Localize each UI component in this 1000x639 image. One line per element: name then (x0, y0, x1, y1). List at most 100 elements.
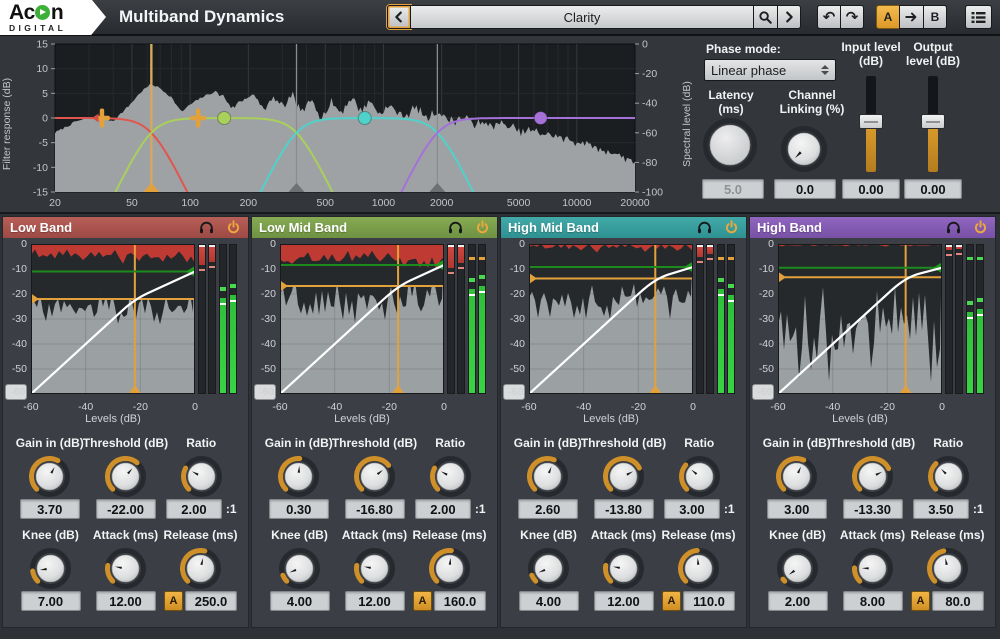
attack-value[interactable]: 8.00 (843, 591, 903, 611)
knee-value[interactable]: 7.00 (21, 591, 81, 611)
ratio-knob[interactable] (429, 453, 472, 499)
x-tick: -60 (23, 401, 38, 413)
channel-linking-knob[interactable] (780, 126, 828, 172)
release-knob[interactable] (677, 545, 720, 591)
ratio-label: Ratio (684, 436, 714, 450)
attack-value[interactable]: 12.00 (594, 591, 654, 611)
band-header: Low Band (3, 217, 248, 238)
threshold-knob[interactable] (602, 453, 645, 499)
menu-button[interactable] (965, 5, 992, 29)
spectrum-plot[interactable]: 151050-5-10-150-20-40-60-80-100205010020… (15, 36, 679, 212)
release-knob[interactable] (428, 545, 471, 591)
knee-knob[interactable] (776, 545, 819, 591)
y-tick: -40 (510, 338, 525, 350)
band-solo-headphones-icon[interactable] (199, 221, 214, 234)
release-value[interactable]: 250.0 (185, 591, 237, 611)
band-solo-headphones-icon[interactable] (946, 221, 961, 234)
ratio-value[interactable]: 3.50 (913, 499, 969, 519)
knee-knob[interactable] (527, 545, 570, 591)
gain-in-value[interactable]: 2.60 (518, 499, 578, 519)
gain-reduction-meters (945, 244, 963, 394)
knee-value[interactable]: 4.00 (270, 591, 330, 611)
channel-linking-value[interactable]: 0.0 (774, 179, 836, 199)
band-solo-headphones-icon[interactable] (697, 221, 712, 234)
output-level-value[interactable]: 0.00 (904, 179, 962, 199)
threshold-value[interactable]: -22.00 (96, 499, 156, 519)
band-power-icon[interactable] (724, 220, 739, 235)
preset-search-button[interactable] (753, 5, 778, 29)
band-transfer-graph[interactable] (778, 244, 942, 394)
y-tick: -30 (510, 313, 525, 325)
preset-prev-button[interactable] (387, 5, 411, 29)
gain-in-knob[interactable] (526, 453, 569, 499)
attack-label: Attack (ms) (93, 528, 158, 542)
attack-knob[interactable] (851, 545, 894, 591)
spectrum-display[interactable]: Filter response (dB) 151050-5-10-150-20-… (0, 36, 694, 212)
release-value[interactable]: 160.0 (434, 591, 486, 611)
release-auto-button[interactable]: A (413, 591, 432, 611)
release-value[interactable]: 80.0 (932, 591, 984, 611)
knee-knob[interactable] (29, 545, 72, 591)
knee-value[interactable]: 4.00 (519, 591, 579, 611)
release-auto-button[interactable]: A (164, 591, 183, 611)
preset-next-button[interactable] (777, 5, 801, 29)
band-power-icon[interactable] (226, 220, 241, 235)
slider-handle[interactable] (921, 114, 945, 129)
y-tick: -20 (12, 288, 27, 300)
gain-in-knob[interactable] (28, 453, 71, 499)
gain-in-knob[interactable] (277, 453, 320, 499)
knee-value[interactable]: 2.00 (768, 591, 828, 611)
threshold-knob[interactable] (851, 453, 894, 499)
gain-reduction-meters (447, 244, 465, 394)
release-knob[interactable] (926, 545, 969, 591)
release-auto-button[interactable]: A (662, 591, 681, 611)
output-level-slider[interactable] (920, 76, 946, 172)
redo-button[interactable]: ↷ (840, 5, 864, 29)
attack-knob[interactable] (602, 545, 645, 591)
gain-in-value[interactable]: 0.30 (269, 499, 329, 519)
y-tick: -30 (261, 313, 276, 325)
attack-knob[interactable] (353, 545, 396, 591)
x-tick: -40 (327, 401, 342, 413)
phase-mode-select[interactable]: Linear phase (704, 59, 836, 81)
ratio-value[interactable]: 2.00 (415, 499, 471, 519)
undo-button[interactable]: ↶ (817, 5, 841, 29)
attack-label: Attack (ms) (591, 528, 656, 542)
ratio-value[interactable]: 2.00 (166, 499, 222, 519)
ratio-knob[interactable] (678, 453, 721, 499)
band-solo-headphones-icon[interactable] (448, 221, 463, 234)
band-transfer-graph[interactable] (280, 244, 444, 394)
gain-in-label: Gain in (dB) (265, 436, 333, 450)
ab-compare-b-button[interactable]: B (923, 5, 947, 29)
input-level-slider[interactable] (858, 76, 884, 172)
threshold-value[interactable]: -13.80 (594, 499, 654, 519)
ab-copy-button[interactable] (899, 5, 924, 29)
ratio-knob[interactable] (927, 453, 970, 499)
gain-in-value[interactable]: 3.70 (20, 499, 80, 519)
input-level-value[interactable]: 0.00 (842, 179, 900, 199)
gain-in-knob[interactable] (775, 453, 818, 499)
release-knob[interactable] (179, 545, 222, 591)
attack-value[interactable]: 12.00 (96, 591, 156, 611)
band-transfer-graph[interactable] (529, 244, 693, 394)
attack-value[interactable]: 12.00 (345, 591, 405, 611)
threshold-knob[interactable] (353, 453, 396, 499)
band-power-icon[interactable] (475, 220, 490, 235)
band-transfer-graph[interactable] (31, 244, 195, 394)
slider-handle[interactable] (859, 114, 883, 129)
ratio-knob[interactable] (180, 453, 223, 499)
threshold-value[interactable]: -16.80 (345, 499, 405, 519)
band-power-icon[interactable] (973, 220, 988, 235)
preset-name-field[interactable]: Clarity (410, 5, 754, 29)
ratio-value[interactable]: 3.00 (664, 499, 720, 519)
knee-knob[interactable] (278, 545, 321, 591)
release-auto-button[interactable]: A (911, 591, 930, 611)
gr-meter-bar (706, 244, 714, 394)
release-value[interactable]: 110.0 (683, 591, 735, 611)
ab-compare-a-button[interactable]: A (876, 5, 900, 29)
threshold-value[interactable]: -13.30 (843, 499, 903, 519)
threshold-knob[interactable] (104, 453, 147, 499)
gain-in-value[interactable]: 3.00 (767, 499, 827, 519)
band-graph-y-axis: 0-10-20-30-40-50-60 (752, 244, 778, 394)
attack-knob[interactable] (104, 545, 147, 591)
